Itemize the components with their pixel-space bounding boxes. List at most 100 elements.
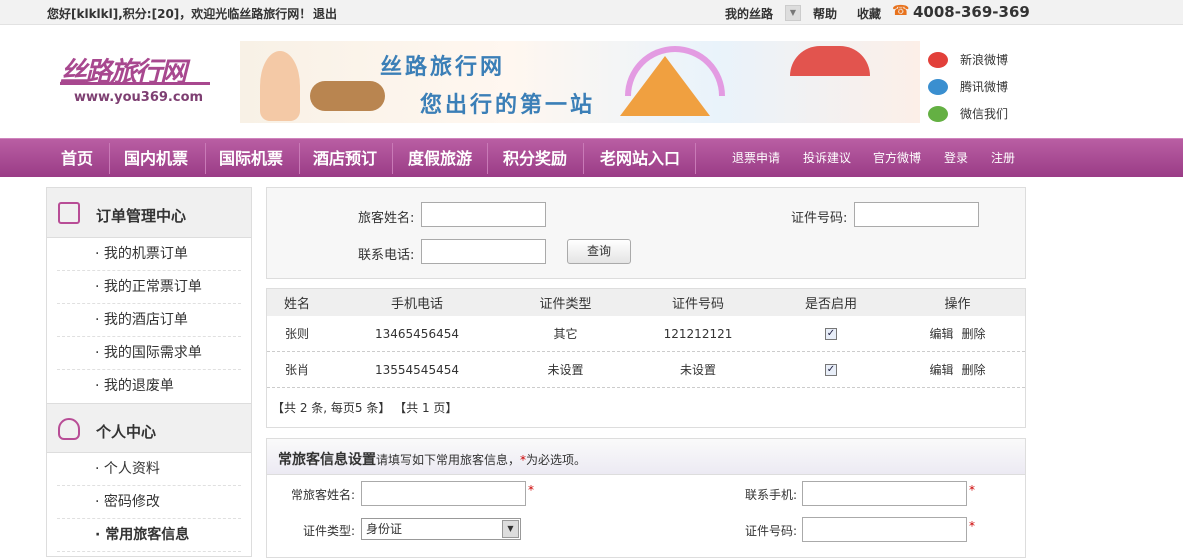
phone-label: 联系电话: [358, 248, 415, 263]
banner-temple-illustration [620, 56, 710, 116]
column-header-id-type: 证件类型 [539, 297, 592, 312]
frequent-traveler-form: 常旅客信息设置请填写如下常用旅客信息，*为必选项。 常旅客姓名: * 联系手机:… [266, 438, 1026, 558]
sidebar-item-regular-ticket-orders[interactable]: · 我的正常票订单 [57, 271, 241, 304]
banner-guitar-illustration [310, 81, 385, 111]
column-header-name: 姓名 [283, 297, 310, 312]
traveler-name-label: 常旅客姓名: [290, 488, 355, 502]
social-link-label: 腾讯微博 [960, 80, 1009, 94]
nav-item-domestic-flights[interactable]: 国内机票 [112, 139, 200, 178]
delete-link[interactable]: 删除 [962, 325, 986, 342]
id-type-label: 证件类型: [302, 524, 355, 538]
form-id-number-label: 证件号码: [744, 524, 797, 538]
sidebar-item-frequent-travelers[interactable]: · 常用旅客信息 [57, 519, 241, 552]
nav-item-points-rewards[interactable]: 积分奖励 [491, 139, 579, 178]
sidebar-item-flight-orders[interactable]: · 我的机票订单 [57, 238, 241, 271]
favorite-link[interactable]: 收藏 [857, 5, 881, 22]
column-header-actions: 操作 [944, 297, 971, 312]
banner-girl-illustration [260, 51, 300, 121]
nav-item-complaints[interactable]: 投诉建议 [797, 139, 857, 178]
nav-item-old-site[interactable]: 老网站入口 [586, 139, 694, 178]
cell-enabled: ✓ [772, 316, 890, 351]
banner-slogan: 您出行的第一站 [420, 93, 596, 118]
sidebar-section-title: 订单管理中心 [96, 207, 187, 225]
nav-item-refund[interactable]: 退票申请 [726, 139, 786, 178]
column-header-id-number: 证件号码 [671, 297, 724, 312]
delete-link[interactable]: 删除 [962, 361, 986, 378]
chevron-down-icon[interactable]: ▼ [502, 520, 519, 538]
person-icon [58, 418, 80, 440]
logo-underline [60, 82, 210, 85]
mobile-label: 联系手机: [744, 488, 797, 502]
nav-divider [392, 143, 393, 174]
header: 丝路旅行网 www.you369.com 丝路旅行网 您出行的第一站 新浪微博 … [0, 26, 1183, 138]
mobile-input[interactable] [802, 481, 967, 506]
banner-umbrella-illustration [790, 46, 870, 76]
nav-item-hotels[interactable]: 酒店预订 [301, 139, 389, 178]
header-banner: 丝路旅行网 您出行的第一站 [240, 41, 920, 123]
form-header: 常旅客信息设置请填写如下常用旅客信息，*为必选项。 [267, 439, 1025, 475]
id-number-input[interactable] [854, 202, 979, 227]
sidebar-item-international-requests[interactable]: · 我的国际需求单 [57, 337, 241, 370]
form-subtitle: 请填写如下常用旅客信息， [376, 453, 521, 467]
help-link[interactable]: 帮助 [813, 5, 837, 22]
enabled-checkbox[interactable]: ✓ [825, 327, 837, 340]
nav-item-international-flights[interactable]: 国际机票 [207, 139, 295, 178]
sidebar-order-list: · 我的机票订单 · 我的正常票订单 · 我的酒店订单 · 我的国际需求单 · … [47, 238, 251, 403]
cell-name: 张则 [284, 327, 309, 341]
social-link-label: 微信我们 [960, 107, 1009, 121]
sidebar-item-hotel-orders[interactable]: · 我的酒店订单 [57, 304, 241, 337]
pagination-info: 【共 2 条, 每页5 条】 【共 1 页】 [272, 401, 458, 415]
sidebar-section-order-center: 订单管理中心 [47, 188, 251, 238]
chevron-down-icon[interactable]: ▼ [785, 5, 801, 21]
cell-phone: 13465456454 [375, 326, 459, 341]
nav-item-vacations[interactable]: 度假旅游 [396, 139, 484, 178]
nav-divider [583, 143, 584, 174]
edit-link[interactable]: 编辑 [929, 325, 953, 342]
cell-actions: 编辑 删除 [890, 352, 1025, 387]
required-note: 为必选项。 [526, 453, 587, 467]
sidebar: 订单管理中心 · 我的机票订单 · 我的正常票订单 · 我的酒店订单 · 我的国… [46, 187, 252, 557]
column-header-enabled: 是否启用 [804, 297, 857, 312]
my-silkroad-menu[interactable]: 我的丝路 [725, 5, 773, 22]
traveler-table: 姓名 手机电话 证件类型 证件号码 是否启用 操作 张则 13465456454… [266, 288, 1026, 428]
hotline-number: 4008-369-369 [913, 3, 1030, 21]
cell-id-type: 其它 [553, 327, 578, 341]
site-logo[interactable]: 丝路旅行网 www.you369.com [60, 50, 220, 114]
cell-actions: 编辑 删除 [890, 316, 1025, 351]
social-link-tencent-weibo[interactable]: 腾讯微博 [928, 73, 1038, 100]
nav-item-register[interactable]: 注册 [983, 139, 1023, 178]
nav-item-official-weibo[interactable]: 官方微博 [867, 139, 927, 178]
name-label: 旅客姓名: [358, 211, 415, 226]
sidebar-item-password[interactable]: · 密码修改 [57, 486, 241, 519]
table-header-row: 姓名 手机电话 证件类型 证件号码 是否启用 操作 [267, 289, 1025, 316]
frequent-traveler-name-input[interactable] [361, 481, 526, 506]
nav-divider [695, 143, 696, 174]
traveler-name-input[interactable] [421, 202, 546, 227]
cell-id-type: 未设置 [547, 363, 584, 377]
enabled-checkbox[interactable]: ✓ [825, 363, 837, 376]
phone-input[interactable] [421, 239, 546, 264]
traveler-search-form: 旅客姓名: 证件号码: 联系电话: 查询 [266, 187, 1026, 279]
nav-divider [205, 143, 206, 174]
top-bar: 您好[klklkl],积分:[20]，欢迎光临丝路旅行网！ 退出 我的丝路 ▼ … [0, 0, 1183, 25]
nav-item-login[interactable]: 登录 [936, 139, 976, 178]
phone-icon: ☎ [892, 3, 910, 19]
sidebar-item-refund-orders[interactable]: · 我的退废单 [57, 370, 241, 403]
sidebar-item-profile[interactable]: · 个人资料 [57, 453, 241, 486]
cell-name: 张肖 [284, 363, 309, 377]
edit-link[interactable]: 编辑 [929, 361, 953, 378]
social-link-wechat[interactable]: 微信我们 [928, 100, 1038, 127]
social-link-weibo[interactable]: 新浪微博 [928, 46, 1038, 73]
tencent-weibo-icon [928, 78, 948, 95]
social-link-label: 新浪微博 [960, 53, 1009, 67]
id-type-select[interactable]: 身份证 ▼ [361, 518, 521, 540]
cell-phone: 13554545454 [375, 362, 459, 377]
cell-id-number: 未设置 [679, 363, 716, 377]
id-type-selected-value: 身份证 [366, 522, 403, 536]
form-id-number-input[interactable] [802, 517, 967, 542]
logout-link[interactable]: 退出 [313, 5, 337, 22]
nav-divider [109, 143, 110, 174]
query-button[interactable]: 查询 [567, 239, 631, 264]
table-row: 张肖 13554545454 未设置 未设置 ✓ 编辑 删除 [267, 352, 1025, 388]
nav-item-home[interactable]: 首页 [48, 139, 106, 178]
